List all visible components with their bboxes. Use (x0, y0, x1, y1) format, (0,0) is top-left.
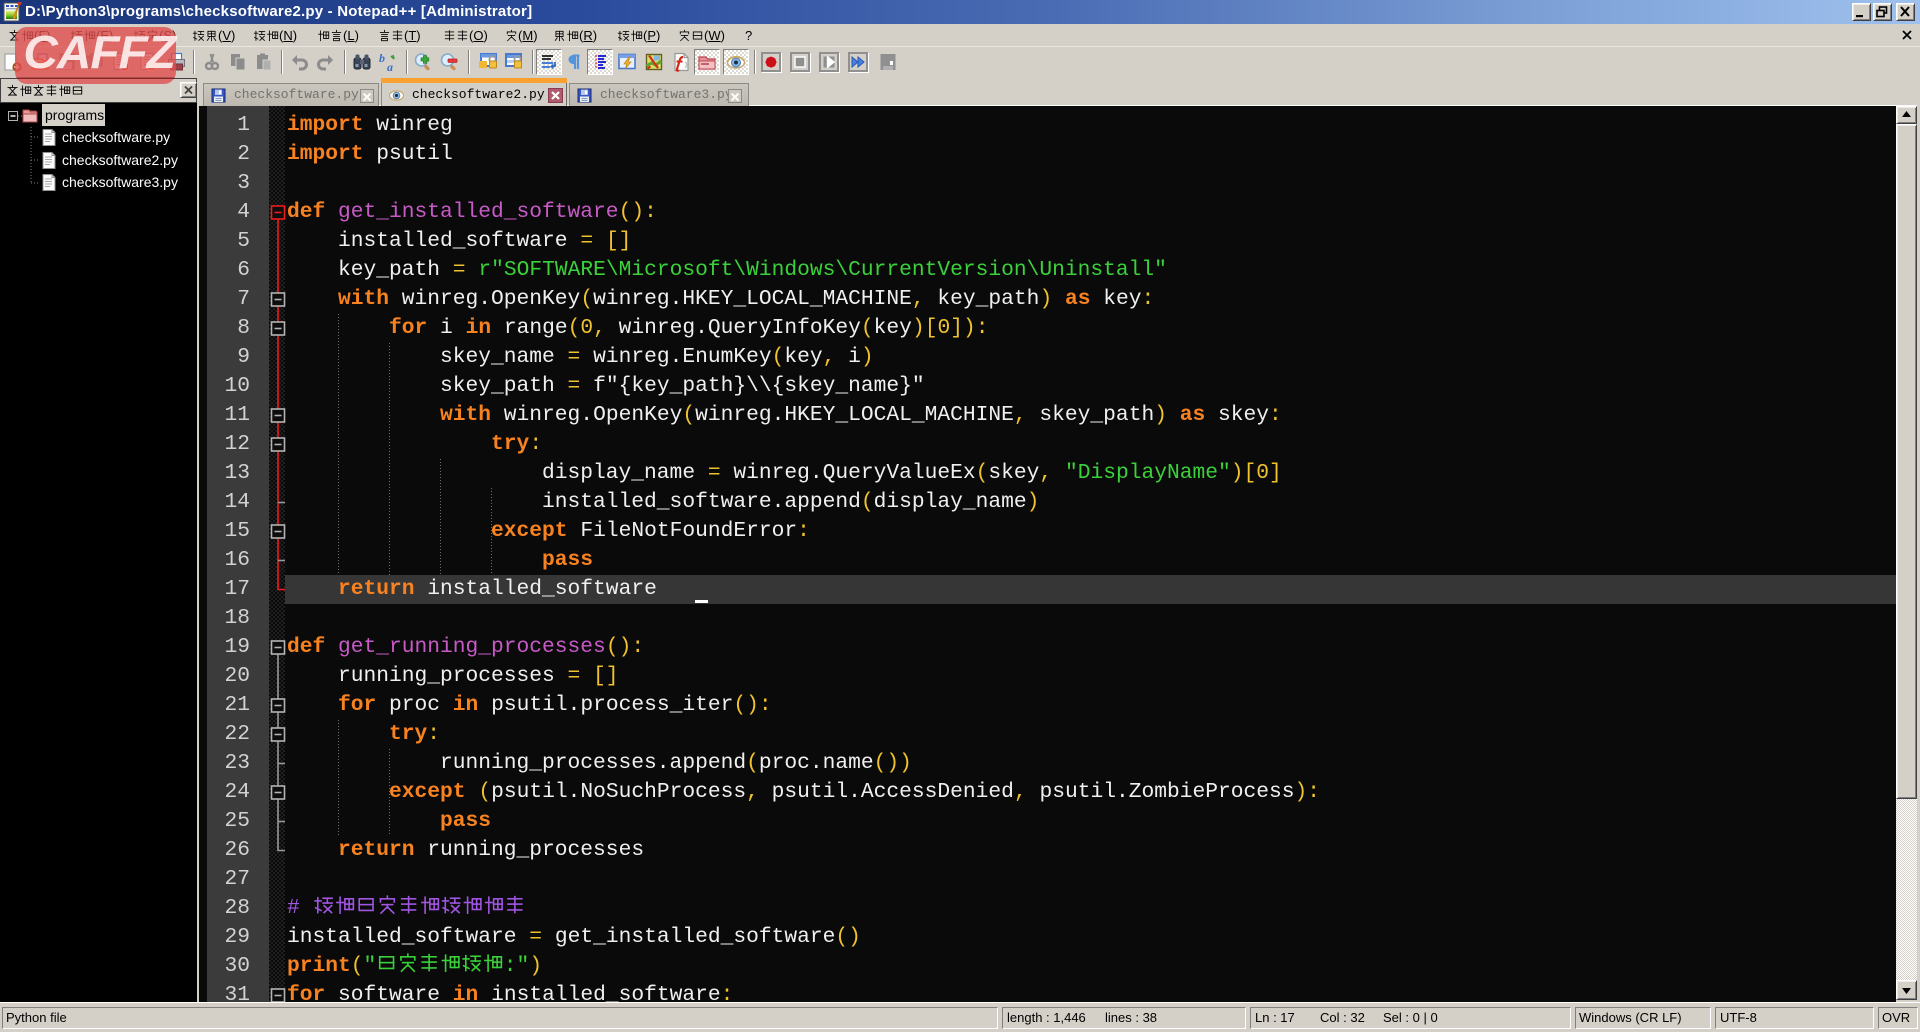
svg-text:b: b (379, 52, 385, 65)
svg-text:a: a (387, 60, 393, 72)
